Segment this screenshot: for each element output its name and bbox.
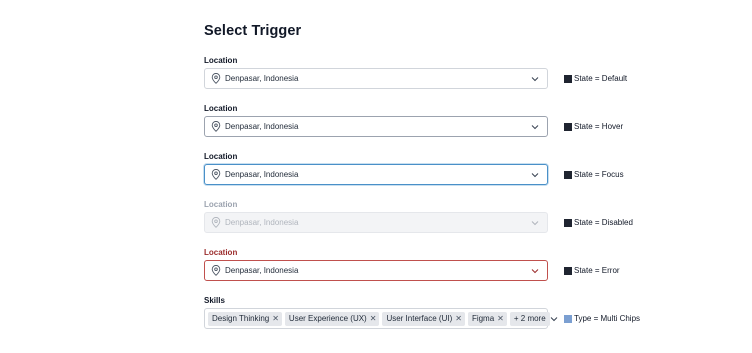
chevron-down-icon[interactable] [531,172,539,178]
state-text: Type = Multi Chips [574,314,641,323]
state-text: State = Disabled [574,218,633,227]
state-text: State = Focus [574,170,624,179]
map-pin-icon [211,169,221,180]
close-icon[interactable]: ✕ [370,314,377,323]
state-swatch [564,266,572,275]
select-trigger-error[interactable]: Denpasar, Indonesia [204,260,548,281]
state-annotation: State = Disabled [564,218,633,227]
chip-list: Design Thinking ✕ User Experience (UX) ✕ U… [208,311,550,326]
select-trigger-multi-chips[interactable]: Design Thinking ✕ User Experience (UX) ✕ U… [204,308,558,329]
chevron-down-icon[interactable] [531,268,539,274]
location-field-hover: Location Denpasar, Indonesia [204,103,548,137]
chip-label: Design Thinking [212,314,270,323]
selected-value: Denpasar, Indonesia [225,266,299,275]
state-text: State = Error [574,266,620,275]
close-icon[interactable]: ✕ [455,314,462,323]
chip: Figma ✕ [467,311,507,326]
state-swatch [564,74,572,83]
map-pin-icon [211,265,221,276]
state-annotation: State = Error [564,266,620,275]
field-label: Location [204,104,238,113]
selected-value: Denpasar, Indonesia [225,170,299,179]
chevron-down-icon[interactable] [531,76,539,82]
state-swatch [564,170,572,179]
state-annotation: State = Hover [564,122,623,131]
state-swatch [564,314,572,323]
select-trigger-hover[interactable]: Denpasar, Indonesia [204,116,548,137]
map-pin-icon [211,217,221,228]
state-annotation: Type = Multi Chips [564,314,640,323]
location-field-focus: Location Denpasar, Indonesia [204,151,548,185]
chip-label: Figma [471,314,495,323]
state-swatch [564,122,572,131]
chevron-down-icon [531,220,539,226]
more-chips-badge[interactable]: + 2 more [509,311,550,326]
select-trigger-disabled: Denpasar, Indonesia [204,212,548,233]
selected-value: Denpasar, Indonesia [225,218,299,227]
selected-value: Denpasar, Indonesia [225,122,299,131]
location-field-error: Location Denpasar, Indonesia [204,247,548,281]
close-icon[interactable]: ✕ [497,314,504,323]
chip: User Experience (UX) ✕ [284,311,380,326]
skills-field: Skills Design Thinking ✕ User Experience … [204,295,558,329]
field-label: Location [204,152,238,161]
map-pin-icon [211,73,221,84]
state-annotation: State = Default [564,74,627,83]
select-trigger-focus[interactable]: Denpasar, Indonesia [204,164,548,185]
location-field-default: Location Denpasar, Indonesia [204,55,548,89]
state-annotation: State = Focus [564,170,624,179]
close-icon[interactable]: ✕ [272,314,279,323]
page-title: Select Trigger [204,23,302,39]
chip: Design Thinking ✕ [208,311,282,326]
chevron-down-icon[interactable] [550,316,558,322]
chevron-down-icon[interactable] [531,124,539,130]
chip-label: User Experience (UX) [288,314,367,323]
chip-label: User Interface (UI) [386,314,453,323]
state-swatch [564,218,572,227]
location-field-disabled: Location Denpasar, Indonesia [204,199,548,233]
map-pin-icon [211,121,221,132]
field-label: Location [204,56,238,65]
select-trigger-default[interactable]: Denpasar, Indonesia [204,68,548,89]
state-text: State = Default [574,74,628,83]
field-label: Skills [204,296,225,305]
field-label: Location [204,248,238,257]
field-label: Location [204,200,238,209]
state-text: State = Hover [574,122,624,131]
chip: User Interface (UI) ✕ [382,311,465,326]
selected-value: Denpasar, Indonesia [225,74,299,83]
